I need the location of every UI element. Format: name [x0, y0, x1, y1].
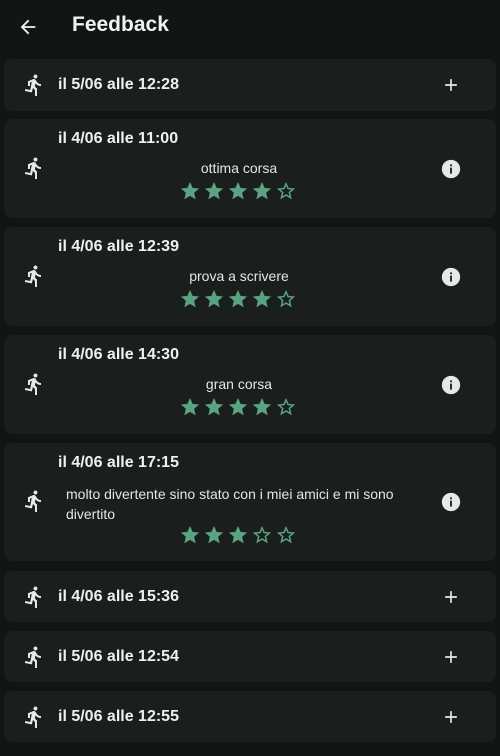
feedback-comment: prova a scrivere	[189, 268, 289, 284]
star-rating	[179, 524, 297, 546]
feedback-date: il 4/06 alle 11:00	[58, 130, 179, 147]
running-icon	[24, 706, 41, 728]
feedback-date: il 4/06 alle 15:36	[58, 588, 179, 605]
feedback-date: il 4/06 alle 17:15	[58, 454, 179, 471]
star-rating	[179, 180, 297, 202]
star-filled-icon	[228, 397, 248, 416]
star-outline-icon	[252, 525, 272, 544]
star-filled-icon	[180, 289, 200, 308]
feedback-date: il 4/06 alle 14:30	[58, 346, 179, 363]
plus-icon	[445, 590, 457, 603]
star-filled-icon	[180, 525, 200, 544]
page-title: Feedback	[72, 13, 169, 36]
running-icon	[24, 586, 41, 608]
star-filled-icon	[252, 397, 272, 416]
star-filled-icon	[180, 397, 200, 416]
info-icon	[441, 375, 461, 395]
info-icon	[441, 492, 461, 512]
feedback-card[interactable]: il 5/06 alle 12:28	[4, 59, 496, 111]
star-outline-icon	[276, 397, 296, 416]
plus-icon	[445, 79, 457, 91]
feedback-comment: gran corsa	[205, 376, 273, 392]
star-rating	[179, 396, 297, 418]
star-filled-icon	[204, 289, 224, 308]
star-filled-icon	[204, 181, 224, 200]
feedback-date: il 5/06 alle 12:28	[58, 76, 179, 93]
feedback-card[interactable]: il 4/06 alle 17:15 molto divertente sino …	[4, 443, 496, 561]
feedback-card[interactable]: il 4/06 alle 14:30 gran corsa	[4, 335, 496, 434]
star-filled-icon	[228, 525, 248, 544]
info-button[interactable]	[440, 158, 462, 180]
star-filled-icon	[252, 181, 272, 200]
star-filled-icon	[252, 289, 272, 308]
add-feedback-button[interactable]	[440, 706, 462, 728]
star-filled-icon	[228, 289, 248, 308]
info-button[interactable]	[440, 491, 462, 513]
add-feedback-button[interactable]	[440, 646, 462, 668]
plus-icon	[445, 710, 457, 723]
star-rating	[179, 288, 297, 310]
star-filled-icon	[204, 397, 224, 416]
star-outline-icon	[276, 289, 296, 308]
feedback-date: il 4/06 alle 12:39	[58, 238, 179, 255]
running-icon	[24, 373, 41, 395]
running-icon	[24, 157, 41, 179]
star-outline-icon	[276, 525, 296, 544]
running-icon	[24, 646, 41, 668]
info-button[interactable]	[440, 266, 462, 288]
feedback-card[interactable]: il 4/06 alle 12:39 prova a scrivere	[4, 227, 496, 326]
plus-icon	[445, 650, 457, 663]
feedback-date: il 5/06 alle 12:54	[58, 648, 179, 665]
info-icon	[441, 267, 461, 287]
feedback-card[interactable]: il 4/06 alle 15:36	[4, 571, 496, 622]
add-feedback-button[interactable]	[440, 74, 462, 96]
feedback-comment: ottima corsa	[200, 160, 278, 176]
running-icon	[24, 265, 41, 287]
info-icon	[441, 159, 461, 179]
info-button[interactable]	[440, 374, 462, 396]
star-filled-icon	[204, 525, 224, 544]
star-outline-icon	[276, 181, 296, 200]
star-filled-icon	[228, 181, 248, 200]
app-bar: Feedback	[0, 0, 500, 54]
feedback-card[interactable]: il 5/06 alle 12:54	[4, 631, 496, 682]
add-feedback-button[interactable]	[440, 586, 462, 608]
back-button[interactable]	[12, 11, 44, 43]
running-icon	[24, 490, 41, 512]
running-icon	[24, 74, 41, 96]
feedback-card[interactable]: il 5/06 alle 12:55	[4, 691, 496, 742]
feedback-date: il 5/06 alle 12:55	[58, 708, 179, 725]
feedback-comment: molto divertente sino stato con i miei a…	[66, 486, 394, 522]
feedback-card[interactable]: il 4/06 alle 11:00 ottima corsa	[4, 119, 496, 218]
arrow-left-icon	[20, 19, 36, 35]
star-filled-icon	[180, 181, 200, 200]
